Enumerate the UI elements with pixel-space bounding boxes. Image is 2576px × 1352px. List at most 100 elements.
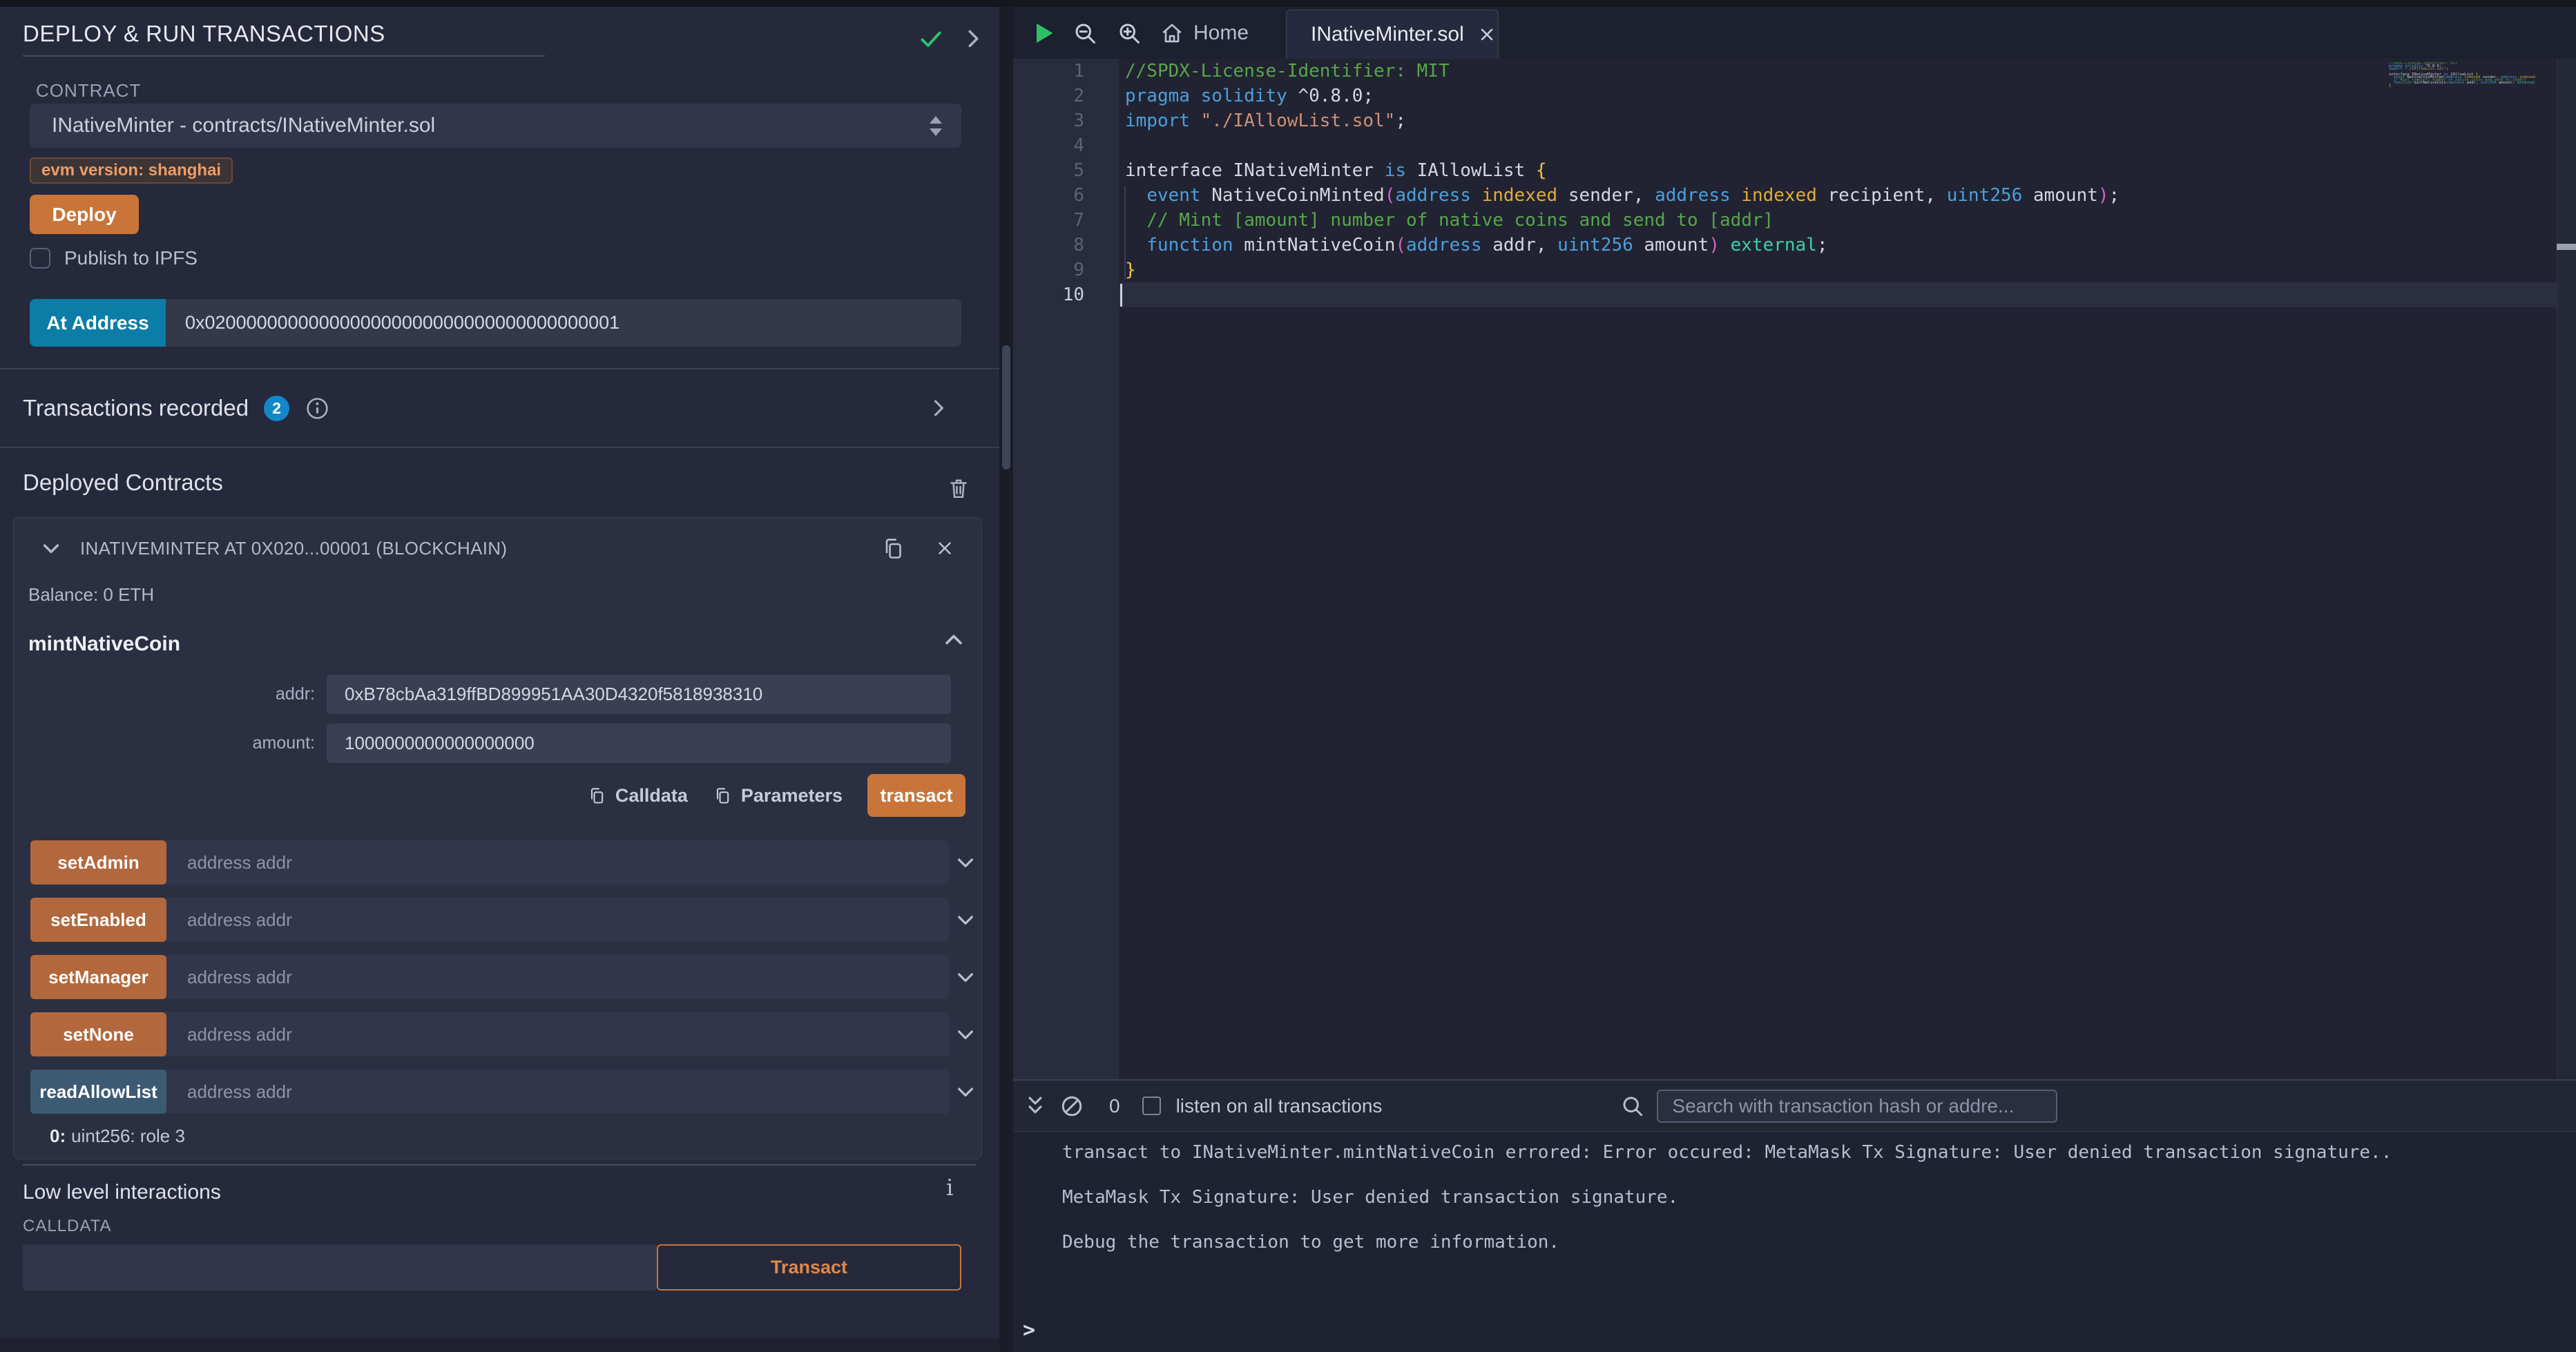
line-number: 4	[1013, 133, 1119, 158]
title-underline	[23, 55, 545, 57]
compile-success-check-icon	[917, 25, 945, 52]
panel-scrollbar[interactable]	[999, 7, 1013, 1352]
collapse-instance-chevron-icon[interactable]	[40, 537, 62, 559]
addr-field-label: addr:	[14, 684, 327, 704]
contract-select-value: INativeMinter - contracts/INativeMinter.…	[52, 114, 435, 137]
line-number: 2	[1013, 84, 1119, 108]
collapse-function-chevron-icon[interactable]	[942, 628, 965, 652]
zoom-out-icon[interactable]	[1073, 21, 1097, 46]
clear-deployed-contracts-trash-icon[interactable]	[946, 475, 971, 501]
low-level-calldata-input[interactable]	[23, 1244, 657, 1291]
low-level-transact-button[interactable]: Transact	[657, 1244, 961, 1291]
terminal-prompt[interactable]: >	[1023, 1318, 1035, 1342]
line-number: 7	[1013, 208, 1119, 233]
contract-instance-title: INATIVEMINTER AT 0X020...00001 (BLOCKCHA…	[80, 538, 507, 559]
publish-ipfs-label: Publish to IPFS	[64, 247, 198, 269]
remix-ide: DEPLOY & RUN TRANSACTIONS CONTRACT INati…	[0, 0, 2576, 1352]
contract-select[interactable]: INativeMinter - contracts/INativeMinter.…	[30, 104, 961, 148]
copy-address-icon[interactable]	[881, 536, 905, 561]
remove-instance-close-icon[interactable]	[934, 538, 955, 559]
line-number-gutter: 12345678910	[1013, 59, 1119, 1079]
copy-parameters-action[interactable]: Parameters	[713, 785, 843, 807]
at-address-row: At Address	[30, 299, 961, 347]
panel-title: DEPLOY & RUN TRANSACTIONS	[23, 21, 385, 47]
listen-all-transactions-checkbox[interactable]	[1142, 1097, 1161, 1115]
transactions-count-badge: 2	[264, 396, 289, 421]
editor-scrollbar[interactable]	[2557, 59, 2576, 1079]
expand-transactions-chevron-icon[interactable]	[926, 396, 950, 420]
terminal-search-input[interactable]	[1657, 1090, 2057, 1123]
tab-home-label: Home	[1193, 21, 1249, 45]
collapse-panel-chevron-icon[interactable]	[960, 26, 985, 51]
function-input-setmanager[interactable]	[166, 955, 949, 999]
call-result: 0:uint256: role 3	[50, 1126, 185, 1147]
function-row-setmanager: setManager	[30, 955, 949, 999]
code-editor[interactable]: 12345678910 //SPDX-License-Identifier: M…	[1013, 59, 2576, 1079]
minimap[interactable]: //SPDX-License-Identifier: MITpragma sol…	[2389, 62, 2535, 90]
tab-home[interactable]: Home	[1160, 7, 1249, 59]
zoom-in-icon[interactable]	[1117, 21, 1142, 46]
function-button-setadmin[interactable]: setAdmin	[30, 840, 166, 885]
search-icon	[1620, 1094, 1645, 1119]
addr-field-input[interactable]	[327, 675, 951, 714]
pending-tx-count: 0	[1109, 1095, 1120, 1117]
select-spinner-icon	[930, 116, 942, 136]
deployed-contracts-title: Deployed Contracts	[23, 470, 223, 496]
low-level-row: Transact	[23, 1244, 961, 1291]
function-input-readallowlist[interactable]	[166, 1070, 949, 1114]
tab-file-label: INativeMinter.sol	[1311, 23, 1464, 46]
expand-function-chevron-icon[interactable]	[954, 851, 977, 873]
terminal: 0 listen on all transactions transact to…	[1013, 1079, 2576, 1352]
calldata-label: CALLDATA	[23, 1217, 111, 1236]
editor-scrollbar-mark[interactable]	[2557, 244, 2576, 250]
info-circle-icon	[305, 396, 330, 421]
function-input-setadmin[interactable]	[166, 840, 949, 885]
transactions-recorded-section[interactable]: Transactions recorded 2	[0, 368, 999, 448]
close-tab-icon[interactable]	[1477, 25, 1497, 44]
listen-all-transactions-label: listen on all transactions	[1176, 1095, 1383, 1117]
expand-function-chevron-icon[interactable]	[954, 966, 977, 988]
run-script-play-icon[interactable]	[1030, 19, 1057, 48]
expand-function-chevron-icon[interactable]	[954, 1081, 977, 1103]
amount-field-input[interactable]	[327, 724, 951, 763]
expand-terminal-double-chevron-icon[interactable]	[1022, 1093, 1048, 1119]
contract-instance-header[interactable]: INATIVEMINTER AT 0X020...00001 (BLOCKCHA…	[14, 528, 981, 569]
section-divider	[23, 1164, 977, 1166]
function-rows: setAdmin setEnabled setManager setNone readA…	[30, 840, 983, 1127]
tab-inativeminter-sol[interactable]: INativeMinter.sol	[1286, 10, 1499, 59]
expand-function-chevron-icon[interactable]	[954, 909, 977, 931]
clear-console-ban-icon[interactable]	[1059, 1094, 1084, 1119]
function-input-setnone[interactable]	[166, 1012, 949, 1056]
addr-field-row: addr:	[14, 675, 981, 714]
panel-scrollbar-handle[interactable]	[1002, 345, 1010, 470]
publish-ipfs-checkbox[interactable]	[30, 248, 50, 269]
expand-function-chevron-icon[interactable]	[954, 1023, 977, 1045]
deploy-button[interactable]: Deploy	[30, 195, 139, 234]
contract-label: CONTRACT	[36, 80, 141, 102]
function-button-readallowlist[interactable]: readAllowList	[30, 1070, 166, 1114]
at-address-input[interactable]	[166, 299, 961, 347]
line-number: 1	[1013, 59, 1119, 84]
terminal-log-line: Debug the transaction to get more inform…	[1062, 1231, 1559, 1253]
copy-icon	[713, 786, 732, 805]
terminal-log-line: transact to INativeMinter.mintNativeCoin…	[1062, 1141, 2392, 1163]
panel-header-icons	[917, 25, 985, 52]
instance-balance: Balance: 0 ETH	[28, 584, 154, 606]
function-button-setmanager[interactable]: setManager	[30, 955, 166, 999]
line-number: 9	[1013, 258, 1119, 282]
function-input-setenabled[interactable]	[166, 898, 949, 942]
copy-calldata-action[interactable]: Calldata	[587, 785, 688, 807]
deploy-run-panel: DEPLOY & RUN TRANSACTIONS CONTRACT INati…	[0, 7, 999, 1352]
function-button-setnone[interactable]: setNone	[30, 1012, 166, 1056]
function-row-readallowlist: readAllowList	[30, 1070, 949, 1114]
line-number: 6	[1013, 183, 1119, 208]
line-number: 10	[1013, 282, 1119, 307]
line-number: 8	[1013, 233, 1119, 258]
function-button-setenabled[interactable]: setEnabled	[30, 898, 166, 942]
transact-button[interactable]: transact	[867, 774, 965, 817]
terminal-log-line: MetaMask Tx Signature: User denied trans…	[1062, 1186, 1678, 1208]
at-address-button[interactable]: At Address	[30, 299, 166, 347]
function-row-setenabled: setEnabled	[30, 898, 949, 942]
editor-tab-bar: Home INativeMinter.sol	[1013, 7, 2576, 59]
window-top-strip	[0, 0, 2576, 7]
